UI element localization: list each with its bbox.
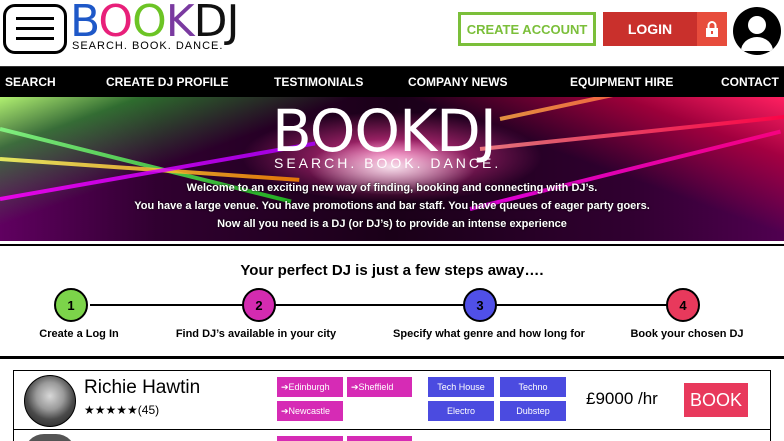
location-tag[interactable]: ➔Edinburgh	[277, 377, 343, 397]
section-divider	[0, 356, 784, 359]
book-button[interactable]: BOOK	[684, 383, 748, 417]
dj-listing-card[interactable]: Richie Hawtin ★★★★★(45) ➔Edinburgh ➔Shef…	[13, 370, 771, 430]
login-label: LOGIN	[627, 21, 673, 37]
steps-connector-line	[90, 304, 684, 306]
nav-item-equipment-hire[interactable]: EQUIPMENT HIRE	[570, 67, 673, 98]
location-tag[interactable]: ➔Newcastle	[277, 401, 343, 421]
dj-avatar	[24, 375, 76, 427]
dj-listing-card-partial[interactable]	[13, 429, 771, 441]
light-beam	[479, 114, 784, 151]
hero-line: Welcome to an exciting new way of findin…	[186, 182, 598, 194]
steps-section: Your perfect DJ is just a few steps away…	[0, 244, 784, 356]
nav-item-company-news[interactable]: COMPANY NEWS	[408, 67, 508, 98]
logo-tagline: SEARCH. BOOK. DANCE.	[72, 40, 224, 52]
site-header: BOOKDJ SEARCH. BOOK. DANCE. CREATE ACCOU…	[0, 0, 784, 62]
star-rating-icon: ★★★★★	[84, 403, 138, 417]
location-tag[interactable]: ➔Sheffield	[347, 377, 412, 397]
step-4-circle: 4	[666, 288, 700, 322]
step-2-circle: 2	[242, 288, 276, 322]
site-logo[interactable]: BOOKDJ SEARCH. BOOK. DANCE.	[70, 0, 245, 58]
step-1-circle: 1	[54, 288, 88, 322]
steps-title: Your perfect DJ is just a few steps away…	[240, 262, 544, 279]
main-nav: SEARCH CREATE DJ PROFILE TESTIMONIALS CO…	[0, 66, 784, 97]
step-3-circle: 3	[463, 288, 497, 322]
location-tag	[277, 436, 343, 441]
dj-price: £9000 /hr	[586, 389, 658, 408]
genre-tag[interactable]: Tech House	[428, 377, 494, 397]
create-account-button[interactable]: CREATE ACCOUNT	[458, 12, 596, 46]
nav-item-testimonials[interactable]: TESTIMONIALS	[274, 67, 363, 98]
genre-tag[interactable]: Dubstep	[500, 401, 566, 421]
location-tag	[347, 436, 412, 441]
step-2-label: Find DJ’s available in your city	[175, 328, 337, 340]
hero-logo: BOOKDJ SEARCH. BOOK. DANCE.	[272, 99, 512, 177]
genre-tag[interactable]: Techno	[500, 377, 566, 397]
hero-line: Now all you need is a DJ (or DJ’s) to pr…	[217, 218, 567, 230]
hero-logo-wordmark: BOOKDJ	[272, 97, 497, 165]
dj-rating: ★★★★★(45)	[84, 403, 159, 417]
genre-tag[interactable]: Electro	[428, 401, 494, 421]
hero-line: You have a large venue. You have promoti…	[134, 200, 650, 212]
hero-banner: BOOKDJ SEARCH. BOOK. DANCE. Welcome to a…	[0, 97, 784, 241]
hero-logo-tagline: SEARCH. BOOK. DANCE.	[274, 155, 502, 171]
lock-icon	[697, 12, 727, 46]
nav-item-search[interactable]: SEARCH	[5, 67, 56, 98]
dj-name[interactable]: Richie Hawtin	[84, 377, 200, 399]
dj-avatar	[24, 434, 76, 441]
hero-intro-text: Welcome to an exciting new way of findin…	[0, 179, 784, 233]
login-button[interactable]: LOGIN	[603, 12, 727, 46]
user-account-icon[interactable]	[733, 7, 781, 55]
hamburger-menu-icon[interactable]	[3, 4, 67, 54]
step-1-label: Create a Log In	[39, 328, 119, 340]
step-4-label: Book your chosen DJ	[630, 328, 744, 340]
review-count: (45)	[137, 403, 160, 417]
step-3-label: Specify what genre and how long for	[393, 328, 585, 340]
light-beam	[499, 97, 784, 121]
nav-item-create-dj-profile[interactable]: CREATE DJ PROFILE	[106, 67, 228, 98]
nav-item-contact[interactable]: CONTACT	[721, 67, 779, 98]
